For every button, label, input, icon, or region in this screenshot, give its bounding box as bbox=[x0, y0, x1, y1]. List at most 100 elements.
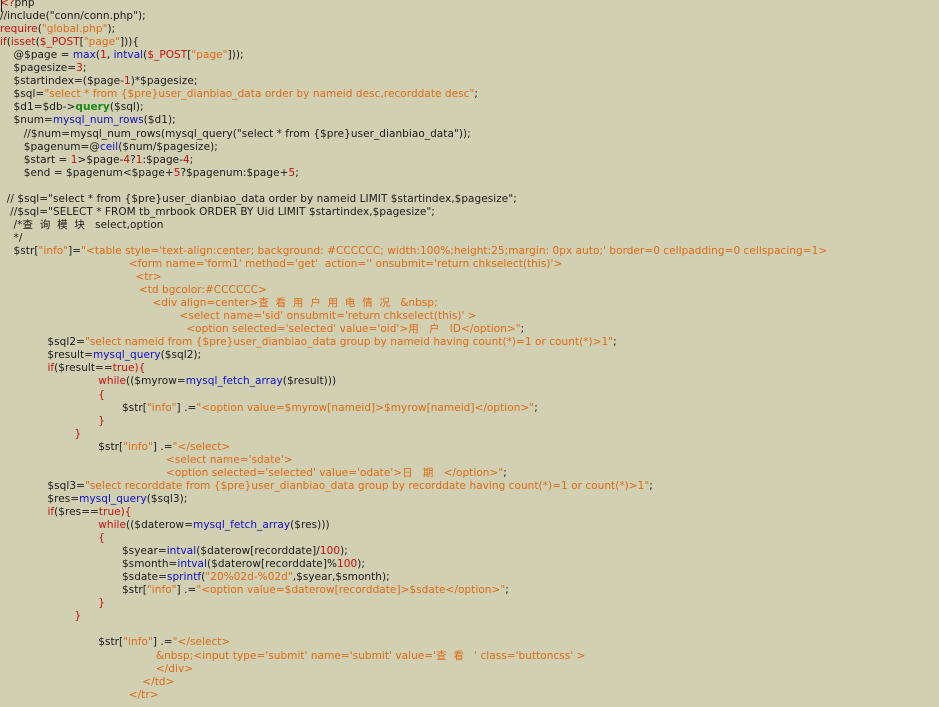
code-token: while bbox=[98, 519, 127, 531]
code-token: $str[ bbox=[0, 584, 147, 597]
code-token: $sql= bbox=[0, 88, 45, 101]
code-line[interactable]: $sql="select * from {$pre}user_dianbiao_… bbox=[0, 88, 478, 101]
code-line[interactable]: </div> bbox=[0, 663, 193, 676]
code-line[interactable]: { bbox=[0, 389, 105, 402]
code-token: <select name='sid' onsubmit='return chks… bbox=[0, 310, 477, 323]
code-token: max bbox=[72, 49, 96, 62]
code-line[interactable]: $end = $pagenum<$page+5?$pagenum:$page+5… bbox=[0, 167, 299, 180]
code-line[interactable]: <select name='sid' onsubmit='return chks… bbox=[0, 310, 477, 323]
code-token: $result= bbox=[0, 349, 94, 362]
code-line[interactable]: //$sql="SELECT * FROM tb_mrbook ORDER BY… bbox=[0, 206, 435, 219]
code-token: ?$pagenum:$page+ bbox=[180, 166, 289, 179]
code-line[interactable]: } bbox=[0, 597, 105, 610]
code-token: isset bbox=[10, 36, 36, 49]
code-line[interactable]: $syear=intval($daterow[recorddate]/100); bbox=[0, 545, 348, 558]
code-token: { bbox=[0, 388, 105, 401]
code-line[interactable]: $pagenum=@ceil($num/$pagesize); bbox=[0, 141, 218, 154]
code-editor[interactable]: <?php//include("conn/conn.php"); require(… bbox=[0, 0, 939, 707]
code-token: } bbox=[0, 414, 105, 427]
code-token: query bbox=[75, 101, 110, 114]
code-line[interactable]: $res=mysql_query($sql3); bbox=[0, 493, 187, 506]
code-line[interactable]: $str["info"] .="</select> bbox=[0, 441, 230, 454]
code-token: ; bbox=[613, 336, 617, 349]
code-token: "20%02d-%02d" bbox=[205, 571, 293, 584]
code-line[interactable]: $str["info"] .="<option value=$daterow[r… bbox=[0, 584, 509, 597]
code-token: $sdate= bbox=[0, 571, 167, 584]
code-token: "<option value=$myrow[nameid]>$myrow[nam… bbox=[196, 401, 535, 414]
code-line[interactable]: if(isset($_POST["page"])){ bbox=[0, 36, 139, 49]
code-token: $num= bbox=[0, 114, 53, 127]
code-line[interactable]: @$page = max(1, intval($_POST["page"])); bbox=[0, 49, 244, 62]
code-line[interactable]: <tr> bbox=[0, 271, 162, 284]
code-token: $smonth= bbox=[0, 558, 178, 571]
code-line[interactable]: $sql2="select nameid from {$pre}user_dia… bbox=[0, 336, 617, 349]
code-line[interactable]: if($result==true){ bbox=[0, 362, 145, 375]
code-line[interactable]: $pagesize=3; bbox=[0, 62, 87, 75]
code-line[interactable]: $num=mysql_num_rows($d1); bbox=[0, 114, 176, 127]
code-line[interactable]: $d1=$db->query($sql); bbox=[0, 101, 144, 114]
code-token: $myrow= bbox=[134, 375, 186, 388]
code-token: $str[ bbox=[0, 440, 124, 453]
code-line[interactable]: while(($daterow=mysql_fetch_array($res))… bbox=[0, 519, 330, 532]
code-line[interactable]: } bbox=[0, 415, 105, 428]
code-line[interactable]: <select name='sdate'> bbox=[0, 454, 293, 467]
code-line[interactable]: <option selected='selected' value='odate… bbox=[0, 467, 507, 480]
code-line[interactable]: <td bgcolor:#CCCCCC> bbox=[0, 284, 267, 297]
code-line[interactable]: $str["info"]="<table style='text-align:c… bbox=[0, 244, 828, 258]
code-token: ($daterow[recorddate]/ bbox=[196, 545, 320, 558]
code-line[interactable]: <?php bbox=[0, 0, 35, 10]
code-token: </td> bbox=[0, 675, 175, 688]
code-line[interactable]: $result=mysql_query($sql2); bbox=[0, 349, 201, 362]
code-line[interactable]: </td> bbox=[0, 676, 174, 689]
code-token: } bbox=[0, 427, 82, 440]
code-line[interactable]: </tr> bbox=[0, 689, 159, 702]
code-token: ); bbox=[107, 23, 116, 36]
code-token: 3 bbox=[76, 62, 83, 75]
code-line[interactable]: $start = 1>$page-4?1:$page-4; bbox=[0, 153, 194, 167]
code-line[interactable]: $smonth=intval($daterow[recorddate]%100)… bbox=[0, 558, 365, 571]
code-token: "info" bbox=[38, 244, 69, 257]
code-token: } bbox=[0, 610, 82, 623]
code-line[interactable]: $startindex=($page-1)*$pagesize; bbox=[0, 75, 198, 88]
code-token: mysql_fetch_array bbox=[185, 375, 283, 388]
code-line[interactable]: */ bbox=[0, 232, 23, 245]
code-token: "global.php" bbox=[41, 23, 108, 36]
code-token: >$page- bbox=[77, 153, 124, 166]
code-token: $startindex=($page- bbox=[0, 75, 124, 88]
code-line[interactable]: while(($myrow=mysql_fetch_array($result)… bbox=[0, 375, 336, 388]
code-token: $str[ bbox=[0, 401, 147, 414]
code-line[interactable]: $sql3="select recorddate from {$pre}user… bbox=[0, 480, 653, 493]
code-token: ; bbox=[295, 166, 299, 179]
code-line[interactable]: <option selected='selected' value='oid'>… bbox=[0, 323, 524, 336]
code-token: true bbox=[112, 362, 135, 375]
code-token: <? bbox=[0, 0, 15, 9]
code-line[interactable]: $sdate=sprintf("20%02d-%02d",$syear,$smo… bbox=[0, 571, 390, 584]
code-token: mysql_num_rows bbox=[52, 114, 144, 127]
code-token: 1 bbox=[70, 153, 78, 166]
code-token: ); bbox=[340, 545, 348, 558]
code-line[interactable]: <div align=center>查 看 用 户 用 电 情 况 &nbsp; bbox=[0, 297, 438, 310]
code-token: sprintf bbox=[166, 571, 202, 584]
code-line[interactable]: /*查 询 模 块 select,option bbox=[0, 219, 164, 232]
code-line[interactable]: &nbsp;<input type='submit' name='submit'… bbox=[0, 650, 586, 663]
code-line[interactable]: } bbox=[0, 427, 82, 441]
code-line[interactable]: // $sql="select * from {$pre}user_dianbi… bbox=[0, 193, 517, 206]
code-token: $pagesize= bbox=[0, 62, 77, 75]
code-line[interactable]: $str["info"] .="<option value=$myrow[nam… bbox=[0, 402, 538, 415]
code-line[interactable]: $str["info"] .="</select> bbox=[0, 636, 230, 649]
code-token: ; bbox=[505, 584, 509, 597]
code-line[interactable]: require("global.php"); bbox=[0, 23, 115, 36]
code-line[interactable]: //$num=mysql_num_rows(mysql_query("selec… bbox=[0, 128, 471, 141]
code-token: ($res== bbox=[54, 505, 99, 518]
code-token: &nbsp;<input type='submit' name='submit'… bbox=[0, 649, 586, 662]
code-token: "select * from {$pre}user_dianbiao_data … bbox=[44, 88, 475, 101]
code-token: 100 bbox=[337, 558, 358, 571]
code-line[interactable]: if($res==true){ bbox=[0, 506, 132, 519]
code-token: $pagenum=@ bbox=[0, 140, 100, 153]
code-line[interactable]: //include("conn/conn.php"); bbox=[0, 10, 146, 23]
code-line[interactable]: } bbox=[0, 610, 82, 623]
code-line[interactable]: <form name='form1' method='get' action='… bbox=[0, 258, 563, 271]
code-line[interactable]: { bbox=[0, 532, 105, 545]
